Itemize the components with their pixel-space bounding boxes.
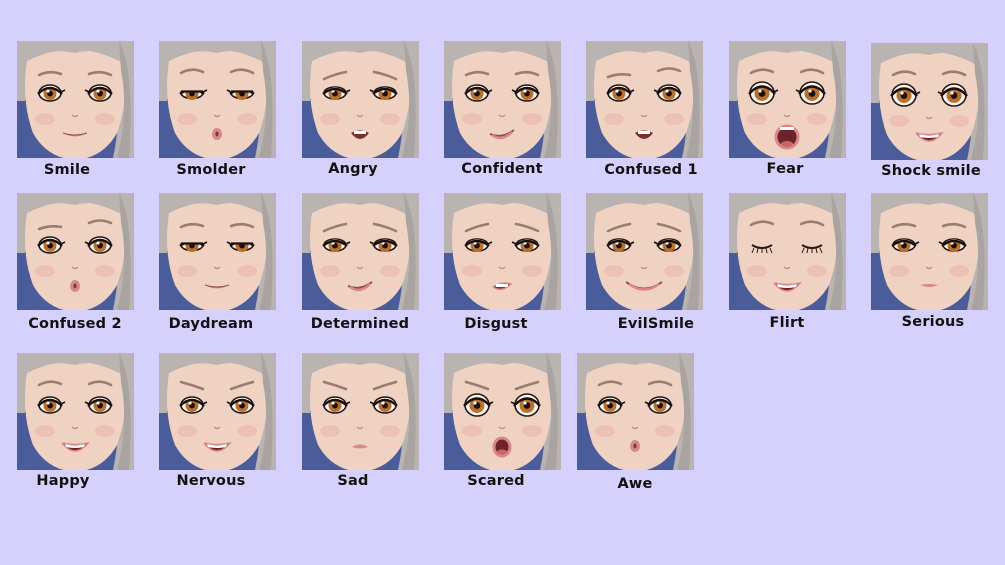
expression-tile-angry	[302, 41, 419, 158]
expression-label: Daydream	[168, 316, 254, 332]
expression-tile-disgust	[444, 193, 561, 310]
expression-tile-confident	[444, 41, 561, 158]
expression-label: EvilSmile	[617, 316, 695, 332]
expression-tile-confused-2	[17, 193, 134, 310]
face-portrait	[159, 193, 276, 310]
expression-label: Determined	[310, 316, 410, 332]
expression-label: Scared	[467, 473, 525, 489]
face-portrait	[17, 41, 134, 158]
face-portrait	[444, 41, 561, 158]
face-portrait	[302, 41, 419, 158]
expression-tile-smile	[17, 41, 134, 158]
expression-tile-awe	[577, 353, 694, 470]
expression-label: Awe	[617, 476, 653, 492]
expression-label: Happy	[36, 473, 90, 489]
face-portrait	[17, 193, 134, 310]
face-portrait	[159, 41, 276, 158]
expression-tile-evilsmile	[586, 193, 703, 310]
face-portrait	[444, 193, 561, 310]
expression-label: Confused 2	[28, 316, 122, 332]
expression-label: Confident	[461, 161, 543, 177]
expression-tile-daydream	[159, 193, 276, 310]
expression-label: Sad	[337, 473, 369, 489]
face-portrait	[871, 43, 988, 160]
expression-tile-confused-1	[586, 41, 703, 158]
face-portrait	[444, 353, 561, 470]
expression-label: Shock smile	[881, 163, 981, 179]
face-portrait	[577, 353, 694, 470]
face-portrait	[586, 193, 703, 310]
expression-label: Smile	[43, 162, 91, 178]
expression-label: Fear	[766, 161, 804, 177]
expression-label: Disgust	[464, 316, 528, 332]
expression-tile-sad	[302, 353, 419, 470]
expression-tile-serious	[871, 193, 988, 310]
expression-label: Nervous	[176, 473, 246, 489]
face-portrait	[302, 193, 419, 310]
face-portrait	[586, 41, 703, 158]
expression-tile-smolder	[159, 41, 276, 158]
expression-tile-determined	[302, 193, 419, 310]
expression-tile-shock-smile	[871, 43, 988, 160]
expression-tile-nervous	[159, 353, 276, 470]
expression-label: Angry	[328, 161, 378, 177]
expression-tile-scared	[444, 353, 561, 470]
face-portrait	[302, 353, 419, 470]
face-portrait	[729, 41, 846, 158]
expression-tile-fear	[729, 41, 846, 158]
face-portrait	[729, 193, 846, 310]
face-portrait	[159, 353, 276, 470]
expression-label: Confused 1	[604, 162, 698, 178]
expression-tile-flirt	[729, 193, 846, 310]
face-portrait	[17, 353, 134, 470]
expression-label: Flirt	[769, 315, 805, 331]
face-portrait	[871, 193, 988, 310]
expression-tile-happy	[17, 353, 134, 470]
expression-label: Smolder	[176, 162, 246, 178]
expression-label: Serious	[901, 314, 965, 330]
